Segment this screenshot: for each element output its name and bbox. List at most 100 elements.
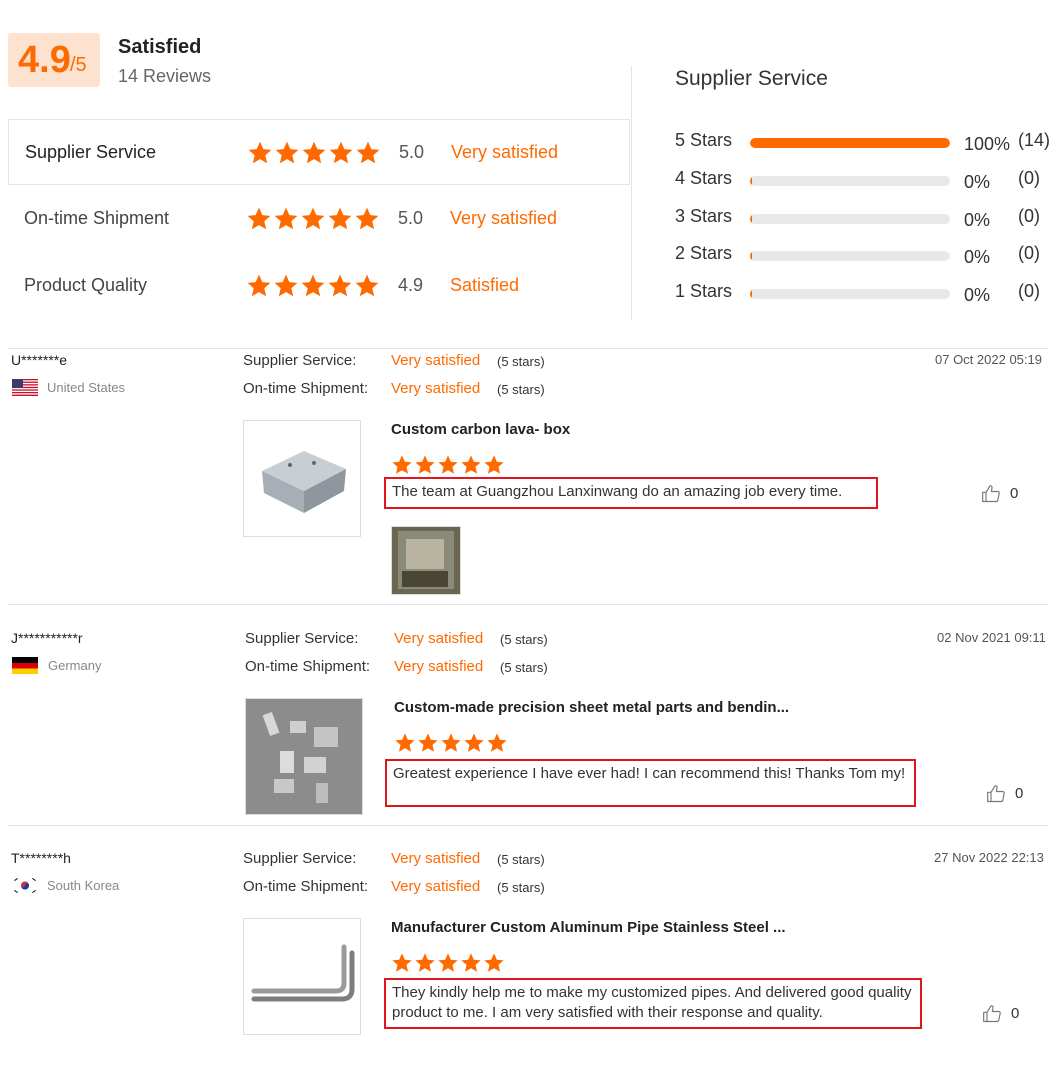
south-korea-flag-icon: [12, 877, 38, 894]
score-max: /5: [70, 54, 87, 76]
review-date: 02 Nov 2021 09:11: [937, 630, 1046, 645]
rating-stars: [246, 273, 381, 299]
distribution-percent: 0%: [964, 247, 991, 267]
distribution-percent: 0%: [964, 210, 991, 230]
distribution-bar: [750, 176, 950, 186]
supplier-service-stars: (5 stars): [497, 354, 545, 369]
thumbs-up-icon[interactable]: [982, 1004, 1002, 1024]
star-icon: [300, 273, 326, 299]
star-icon: [327, 206, 353, 232]
star-icon: [440, 732, 462, 754]
shipment-value: Very satisfied: [391, 380, 481, 397]
star-icon: [274, 140, 300, 166]
summary-divider: [631, 66, 632, 320]
shipment-label: On-time Shipment:: [245, 658, 371, 675]
thumbs-up-icon[interactable]: [981, 484, 1001, 504]
star-icon: [246, 206, 272, 232]
rating-row-product-quality[interactable]: Product Quality 4.9 Satisfied: [8, 253, 630, 319]
shipment-value: Very satisfied: [391, 878, 481, 895]
distribution-label: 2 Stars: [675, 243, 733, 263]
rating-stars: [247, 140, 382, 166]
distribution-bar-fill: [750, 138, 950, 148]
product-title[interactable]: Manufacturer Custom Aluminum Pipe Stainl…: [391, 919, 786, 936]
distribution-count: (0): [1018, 281, 1040, 301]
shipment-label: On-time Shipment:: [243, 878, 369, 895]
distribution-bar: [750, 214, 950, 224]
review-count[interactable]: 14 Reviews: [118, 66, 211, 87]
review-photo[interactable]: [391, 526, 461, 595]
product-thumbnail[interactable]: [243, 918, 361, 1035]
star-icon: [417, 732, 439, 754]
star-icon: [246, 273, 272, 299]
supplier-service-value: Very satisfied: [391, 352, 481, 369]
ratings-table: Supplier Service 5.0 Very satisfied On-t…: [8, 119, 630, 319]
star-icon: [300, 206, 326, 232]
overall-score: 4.9: [18, 39, 71, 81]
supplier-service-label: Supplier Service:: [243, 850, 357, 867]
star-icon: [354, 273, 380, 299]
star-icon: [463, 732, 485, 754]
star-icon: [273, 273, 299, 299]
review-date: 07 Oct 2022 05:19: [935, 352, 1042, 367]
rating-row-on-time-shipment[interactable]: On-time Shipment 5.0 Very satisfied: [8, 186, 630, 252]
review-divider: [8, 825, 1048, 826]
supplier-service-label: Supplier Service:: [243, 352, 357, 369]
germany-flag-icon: [12, 657, 38, 674]
distribution-count: (0): [1018, 206, 1040, 226]
product-title[interactable]: Custom-made precision sheet metal parts …: [394, 699, 789, 716]
distribution-label: 5 Stars: [675, 130, 733, 150]
rating-word: Very satisfied: [451, 142, 559, 162]
distribution-row-5[interactable]: 5 Stars 100% (14): [675, 130, 1060, 160]
star-icon: [247, 140, 273, 166]
rating-word: Very satisfied: [450, 208, 558, 228]
supplier-service-value: Very satisfied: [391, 850, 481, 867]
star-icon: [460, 454, 482, 476]
reviewer-country: United States: [47, 380, 126, 395]
distribution-count: (14): [1018, 130, 1051, 150]
like-count: 0: [1015, 785, 1024, 802]
product-thumbnail[interactable]: [245, 698, 363, 815]
distribution-row-4[interactable]: 4 Stars 0% (0): [675, 168, 1060, 198]
distribution-bar-fill: [750, 214, 752, 224]
thumbs-up-icon[interactable]: [986, 784, 1006, 804]
star-icon: [301, 140, 327, 166]
product-thumbnail[interactable]: [243, 420, 361, 537]
rating-name: On-time Shipment: [24, 208, 170, 228]
distribution-title: Supplier Service: [675, 67, 828, 90]
distribution-label: 1 Stars: [675, 281, 733, 301]
shipment-value: Very satisfied: [394, 658, 484, 675]
product-title[interactable]: Custom carbon lava- box: [391, 421, 570, 438]
star-icon: [486, 732, 508, 754]
star-icon: [483, 952, 505, 974]
rating-value: 5.0: [399, 142, 425, 162]
distribution-bar-fill: [750, 251, 752, 261]
distribution-count: (0): [1018, 243, 1040, 263]
reviewer-country: Germany: [48, 658, 102, 673]
star-icon: [437, 952, 459, 974]
star-icon: [354, 206, 380, 232]
product-rating-stars: [394, 732, 509, 754]
section-divider: [8, 348, 1048, 349]
review-comment: Greatest experience I have ever had! I c…: [385, 759, 916, 807]
distribution-label: 3 Stars: [675, 206, 733, 226]
distribution-row-1[interactable]: 1 Stars 0% (0): [675, 281, 1060, 311]
overall-label: Satisfied: [118, 36, 202, 58]
star-icon: [273, 206, 299, 232]
distribution-count: (0): [1018, 168, 1040, 188]
star-icon: [391, 952, 413, 974]
distribution-row-3[interactable]: 3 Stars 0% (0): [675, 206, 1060, 236]
distribution-label: 4 Stars: [675, 168, 733, 188]
distribution-row-2[interactable]: 2 Stars 0% (0): [675, 243, 1060, 273]
star-icon: [483, 454, 505, 476]
rating-name: Product Quality: [24, 275, 148, 295]
supplier-service-label: Supplier Service:: [245, 630, 359, 647]
star-icon: [414, 454, 436, 476]
shipment-label: On-time Shipment:: [243, 380, 369, 397]
distribution-bar: [750, 289, 950, 299]
star-icon: [355, 140, 381, 166]
rating-row-supplier-service[interactable]: Supplier Service 5.0 Very satisfied: [8, 119, 630, 185]
rating-value: 4.9: [398, 275, 424, 295]
rating-stars: [246, 206, 381, 232]
supplier-service-stars: (5 stars): [500, 632, 548, 647]
distribution-percent: 0%: [964, 172, 991, 192]
